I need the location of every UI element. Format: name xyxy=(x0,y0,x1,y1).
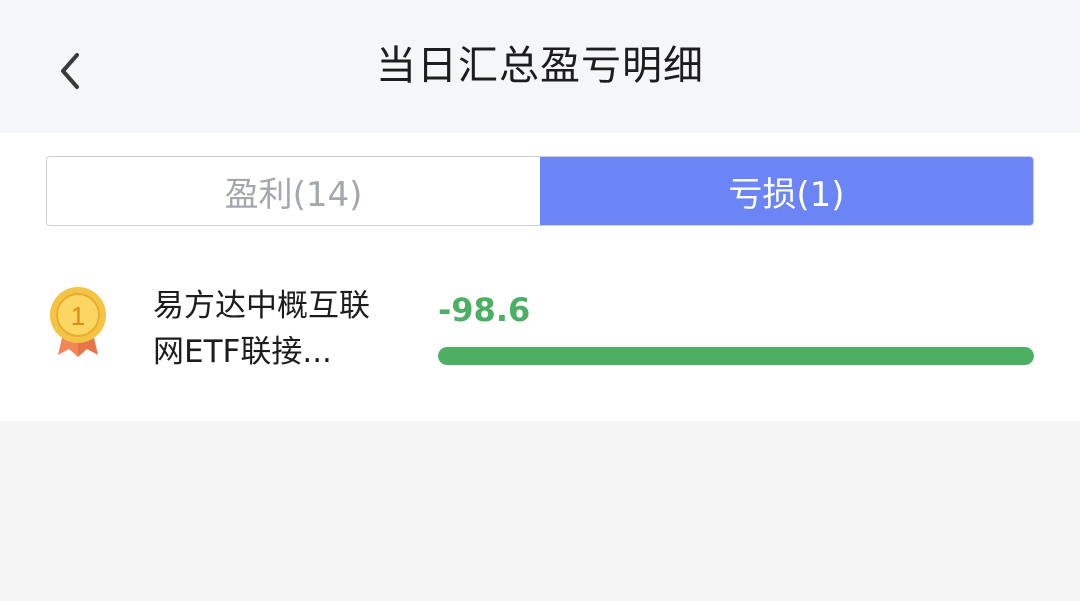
top-bar: 当日汇总盈亏明细 xyxy=(0,0,1080,133)
tab-loss[interactable]: 亏损(1) xyxy=(540,157,1033,225)
list-item[interactable]: 1 易方达中概互联 网ETF联接... -98.6 xyxy=(0,273,1080,383)
fund-name-line2: 网ETF联接... xyxy=(153,334,332,370)
tab-profit[interactable]: 盈利(14) xyxy=(47,157,540,225)
content-panel: 盈利(14) 亏损(1) 1 易方达中概互联 网ETF联接... -98.6 xyxy=(0,133,1080,421)
loss-bar-fill xyxy=(438,347,1034,365)
fund-name: 易方达中概互联 网ETF联接... xyxy=(153,283,403,375)
loss-value: -98.6 xyxy=(438,291,531,329)
segmented-control: 盈利(14) 亏损(1) xyxy=(46,156,1034,226)
rank-medal-icon: 1 xyxy=(50,287,106,357)
loss-bar xyxy=(438,347,1034,365)
chevron-left-icon xyxy=(61,53,79,89)
rank-number: 1 xyxy=(71,301,85,331)
page-title: 当日汇总盈亏明细 xyxy=(376,42,704,89)
back-button[interactable] xyxy=(46,40,94,102)
fund-name-line1: 易方达中概互联 xyxy=(153,288,370,324)
